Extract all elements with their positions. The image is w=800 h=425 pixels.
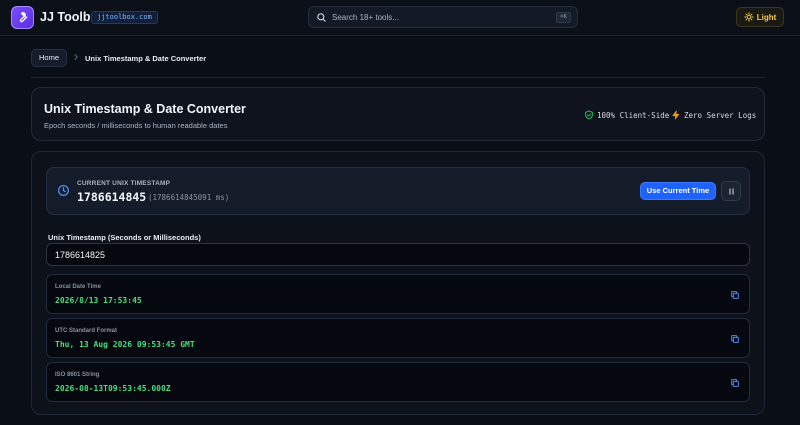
pause-icon bbox=[729, 187, 733, 195]
breadcrumb-home[interactable]: Home bbox=[31, 49, 67, 67]
copy-icon[interactable] bbox=[730, 334, 740, 344]
client-side-label: 100% Client-Side bbox=[597, 110, 670, 120]
iso-string-result: ISO 8601 String 2026-08-13T09:53:45.000Z bbox=[46, 362, 750, 402]
page-subtitle: Epoch seconds / milliseconds to human re… bbox=[44, 121, 228, 130]
use-current-time-button[interactable]: Use Current Time bbox=[640, 182, 716, 200]
zero-logs-badge: Zero Server Logs bbox=[671, 110, 756, 120]
theme-toggle-button[interactable]: Light bbox=[736, 7, 784, 27]
domain-badge: jjtoolbox.com bbox=[91, 11, 158, 24]
timestamp-input-label: Unix Timestamp (Seconds or Milliseconds) bbox=[48, 233, 201, 242]
search-icon bbox=[317, 13, 326, 22]
breadcrumb-current: Unix Timestamp & Date Converter bbox=[85, 54, 207, 63]
clock-icon bbox=[57, 184, 70, 197]
current-timestamp-ms: (1786614845091 ms) bbox=[148, 193, 230, 202]
logo[interactable] bbox=[11, 6, 34, 29]
iso-string-value: 2026-08-13T09:53:45.000Z bbox=[55, 384, 171, 393]
search-placeholder: Search 18+ tools... bbox=[332, 13, 399, 22]
local-datetime-value: 2026/8/13 17:53:45 bbox=[55, 296, 142, 305]
current-timestamp-seconds: 1786614845 bbox=[77, 190, 147, 204]
utc-format-label: UTC Standard Format bbox=[55, 328, 118, 334]
shield-check-icon bbox=[585, 110, 593, 120]
client-side-badge: 100% Client-Side bbox=[584, 110, 669, 120]
iso-string-label: ISO 8601 String bbox=[55, 372, 100, 378]
utc-format-value: Thu, 13 Aug 2026 09:53:45 GMT bbox=[55, 340, 195, 349]
local-datetime-result: Local Date Time 2026/8/13 17:53:45 bbox=[46, 274, 750, 314]
chevron-right-icon bbox=[74, 54, 78, 60]
timestamp-input[interactable] bbox=[46, 243, 750, 266]
sun-icon bbox=[744, 12, 754, 22]
zero-logs-label: Zero Server Logs bbox=[684, 110, 757, 120]
theme-toggle-label: Light bbox=[756, 12, 777, 22]
pause-button[interactable] bbox=[721, 181, 741, 201]
current-timestamp-card: CURRENT UNIX TIMESTAMP 1786614845 (17866… bbox=[46, 167, 750, 215]
tool-title-card: Unix Timestamp & Date Converter Epoch se… bbox=[31, 87, 765, 141]
local-datetime-label: Local Date Time bbox=[55, 284, 101, 290]
converter-panel: CURRENT UNIX TIMESTAMP 1786614845 (17866… bbox=[31, 151, 765, 415]
search-shortcut-badge: ⌘K bbox=[556, 12, 571, 23]
search-box[interactable]: Search 18+ tools... ⌘K bbox=[308, 6, 578, 28]
copy-icon[interactable] bbox=[730, 290, 740, 300]
divider bbox=[31, 77, 765, 78]
current-timestamp-label: CURRENT UNIX TIMESTAMP bbox=[77, 180, 171, 187]
top-header: JJ Toolbox jjtoolbox.com Search 18+ tool… bbox=[0, 0, 800, 36]
copy-icon[interactable] bbox=[730, 378, 740, 388]
page-title: Unix Timestamp & Date Converter bbox=[44, 102, 246, 116]
wrench-icon bbox=[19, 12, 28, 23]
utc-format-result: UTC Standard Format Thu, 13 Aug 2026 09:… bbox=[46, 318, 750, 358]
bolt-icon bbox=[672, 110, 680, 120]
